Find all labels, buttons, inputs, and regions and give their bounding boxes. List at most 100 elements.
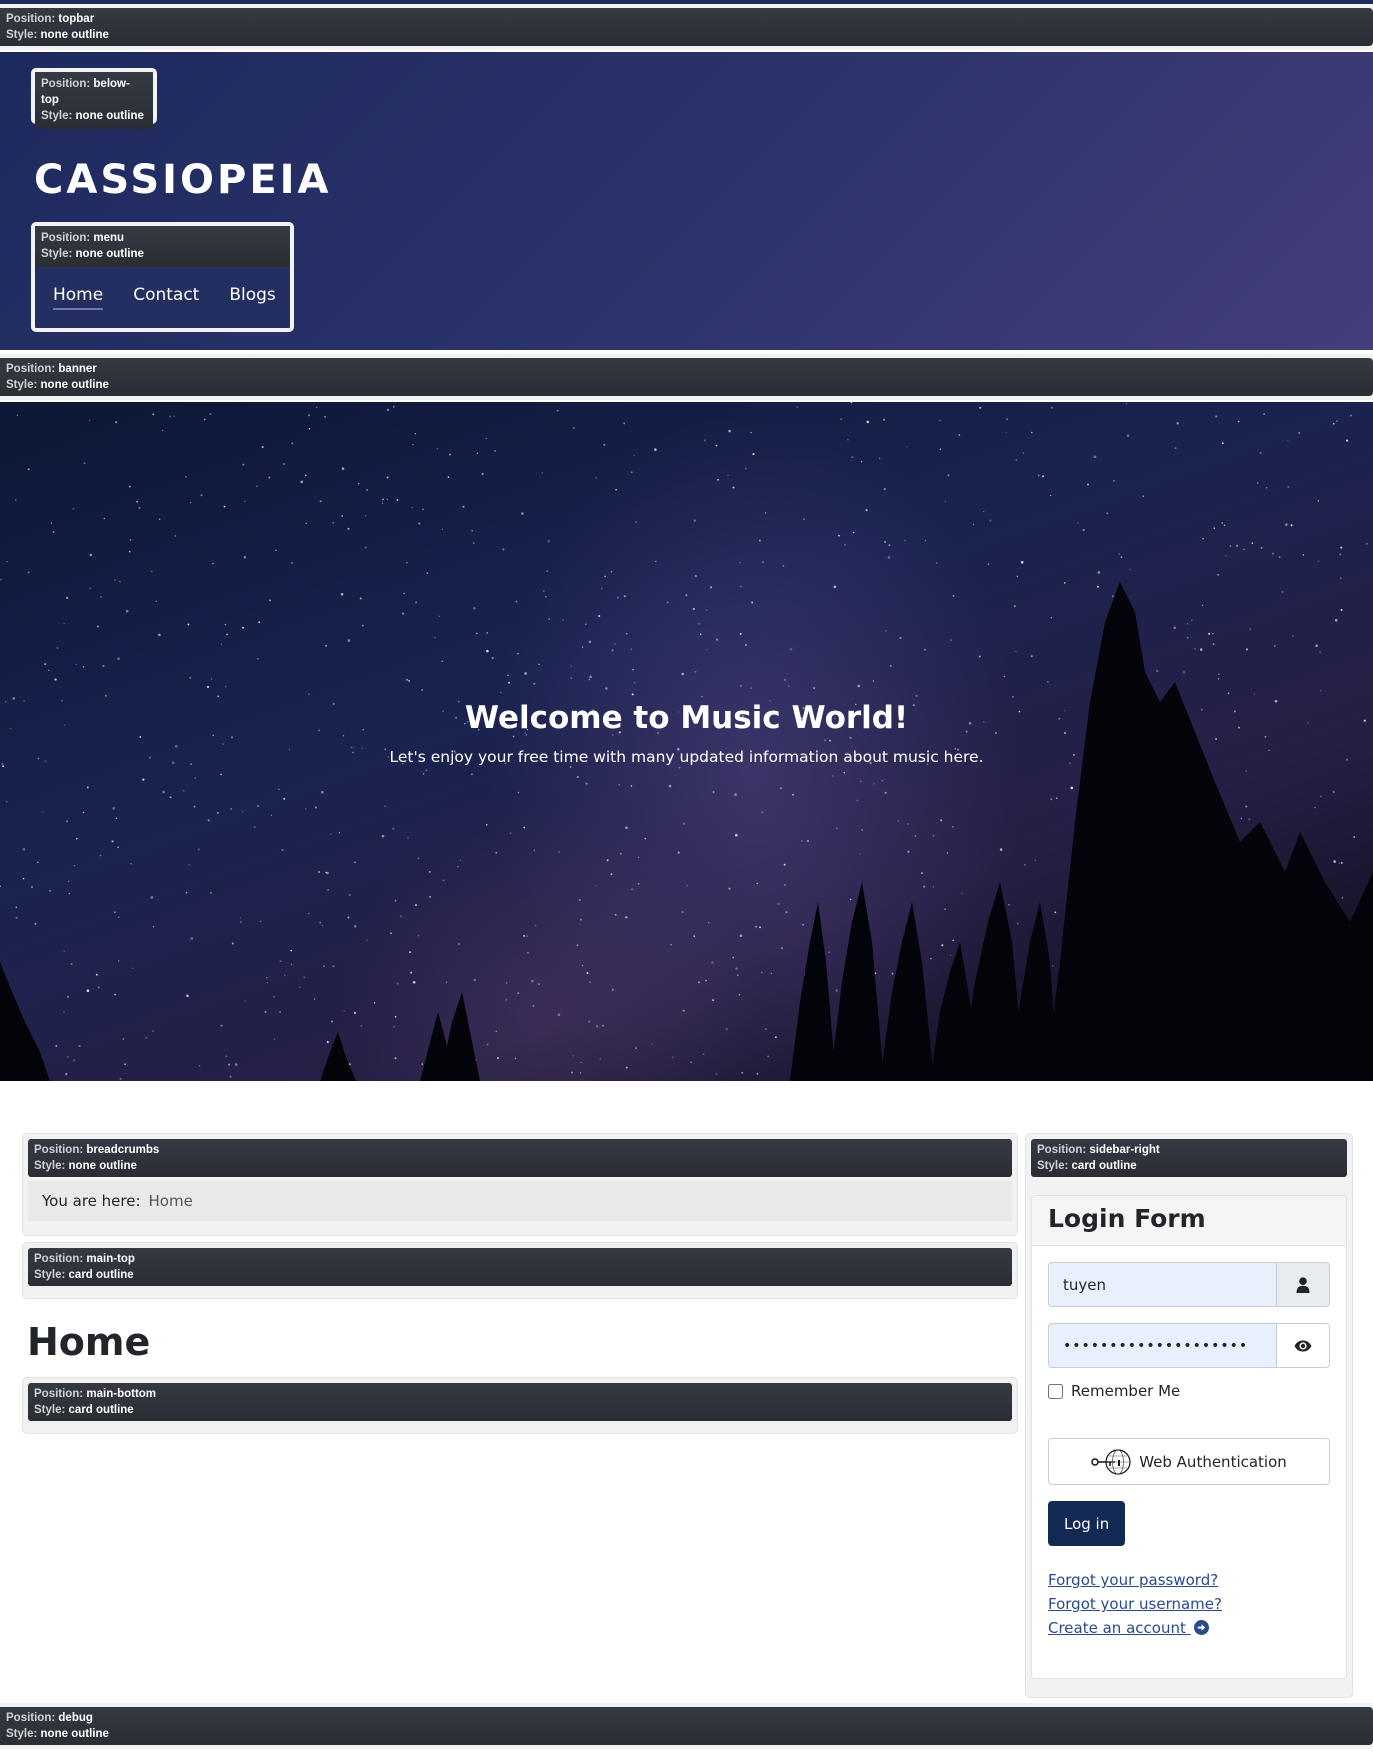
star (97, 986, 100, 989)
forgot-password-link[interactable]: Forgot your password? (1048, 1568, 1330, 1592)
star (801, 923, 805, 926)
star (716, 638, 719, 641)
star (1063, 582, 1066, 584)
star (459, 859, 462, 862)
star (783, 863, 786, 866)
eye-icon[interactable] (1276, 1323, 1330, 1368)
breadcrumbs-position-label: Position: breadcrumbs Style: none outlin… (28, 1139, 1012, 1177)
star (570, 677, 573, 680)
star (678, 766, 681, 769)
star (562, 619, 565, 621)
star (373, 1002, 376, 1004)
star (381, 502, 384, 504)
star (944, 908, 946, 910)
star (315, 406, 318, 409)
star (844, 543, 846, 546)
star (610, 873, 613, 876)
star (203, 418, 206, 421)
star (473, 607, 476, 610)
star (434, 636, 436, 639)
star (111, 840, 114, 843)
star (1199, 648, 1203, 651)
star (572, 426, 575, 429)
star (1097, 571, 1101, 574)
star (495, 1030, 498, 1033)
password-input[interactable] (1048, 1323, 1276, 1368)
star (939, 419, 942, 422)
menu-item-blogs[interactable]: Blogs (229, 285, 275, 310)
star (1202, 604, 1204, 606)
star (606, 859, 609, 862)
star (298, 986, 301, 988)
star (1030, 655, 1033, 658)
star (739, 561, 741, 564)
star (1173, 626, 1177, 630)
star (115, 817, 118, 819)
star (666, 601, 669, 604)
star (243, 556, 247, 559)
star (732, 486, 735, 489)
star (1225, 555, 1227, 557)
star (353, 925, 357, 928)
web-authentication-button[interactable]: Web Authentication (1048, 1438, 1330, 1485)
star (859, 853, 862, 855)
star (406, 678, 408, 681)
star (421, 1063, 424, 1065)
star (1273, 645, 1276, 647)
menu-item-home[interactable]: Home (53, 285, 104, 310)
star (34, 922, 37, 925)
star (1227, 692, 1230, 695)
star (151, 570, 153, 573)
star (300, 480, 304, 484)
page-title: Home (27, 1320, 151, 1364)
star (727, 474, 729, 477)
star (1315, 644, 1318, 647)
star (326, 1040, 329, 1044)
star (616, 596, 619, 599)
star (888, 544, 891, 547)
forgot-username-link[interactable]: Forgot your username? (1048, 1592, 1330, 1616)
star (637, 856, 640, 858)
star (515, 600, 518, 603)
star (486, 649, 489, 653)
star (1248, 818, 1251, 821)
menu-item-contact[interactable]: Contact (133, 285, 199, 310)
star (586, 972, 589, 974)
star (596, 1025, 599, 1028)
star (313, 998, 316, 1000)
star (229, 1075, 232, 1078)
star (681, 672, 684, 676)
username-input[interactable] (1048, 1262, 1276, 1307)
star (780, 947, 784, 950)
star (15, 916, 18, 919)
star (341, 467, 345, 470)
breadcrumb-current: Home (148, 1192, 193, 1210)
remember-me-label: Remember Me (1071, 1382, 1181, 1400)
star (697, 981, 700, 984)
star (95, 973, 98, 976)
star (290, 949, 293, 952)
star (145, 1036, 148, 1039)
create-account-link[interactable]: Create an account (1048, 1616, 1330, 1640)
star (1050, 406, 1053, 409)
site-brand-logo[interactable]: CASSIOPEIA (34, 157, 332, 203)
hero-title: Welcome to Music World! (464, 700, 909, 736)
login-button[interactable]: Log in (1048, 1501, 1126, 1546)
sidebar-right-position-label: Position: sidebar-right Style: card outl… (1031, 1139, 1347, 1177)
star (735, 833, 738, 837)
star (668, 784, 672, 788)
star (761, 811, 764, 814)
remember-me-checkbox[interactable] (1048, 1383, 1063, 1399)
star (533, 682, 536, 685)
star (517, 652, 519, 655)
remember-me[interactable]: Remember Me (1048, 1382, 1330, 1400)
star (618, 784, 620, 786)
star (764, 512, 767, 514)
star (1006, 418, 1008, 421)
star (256, 485, 258, 487)
star (188, 864, 191, 866)
star (1281, 590, 1284, 594)
star (390, 932, 392, 934)
star (625, 916, 628, 919)
star (712, 999, 715, 1002)
